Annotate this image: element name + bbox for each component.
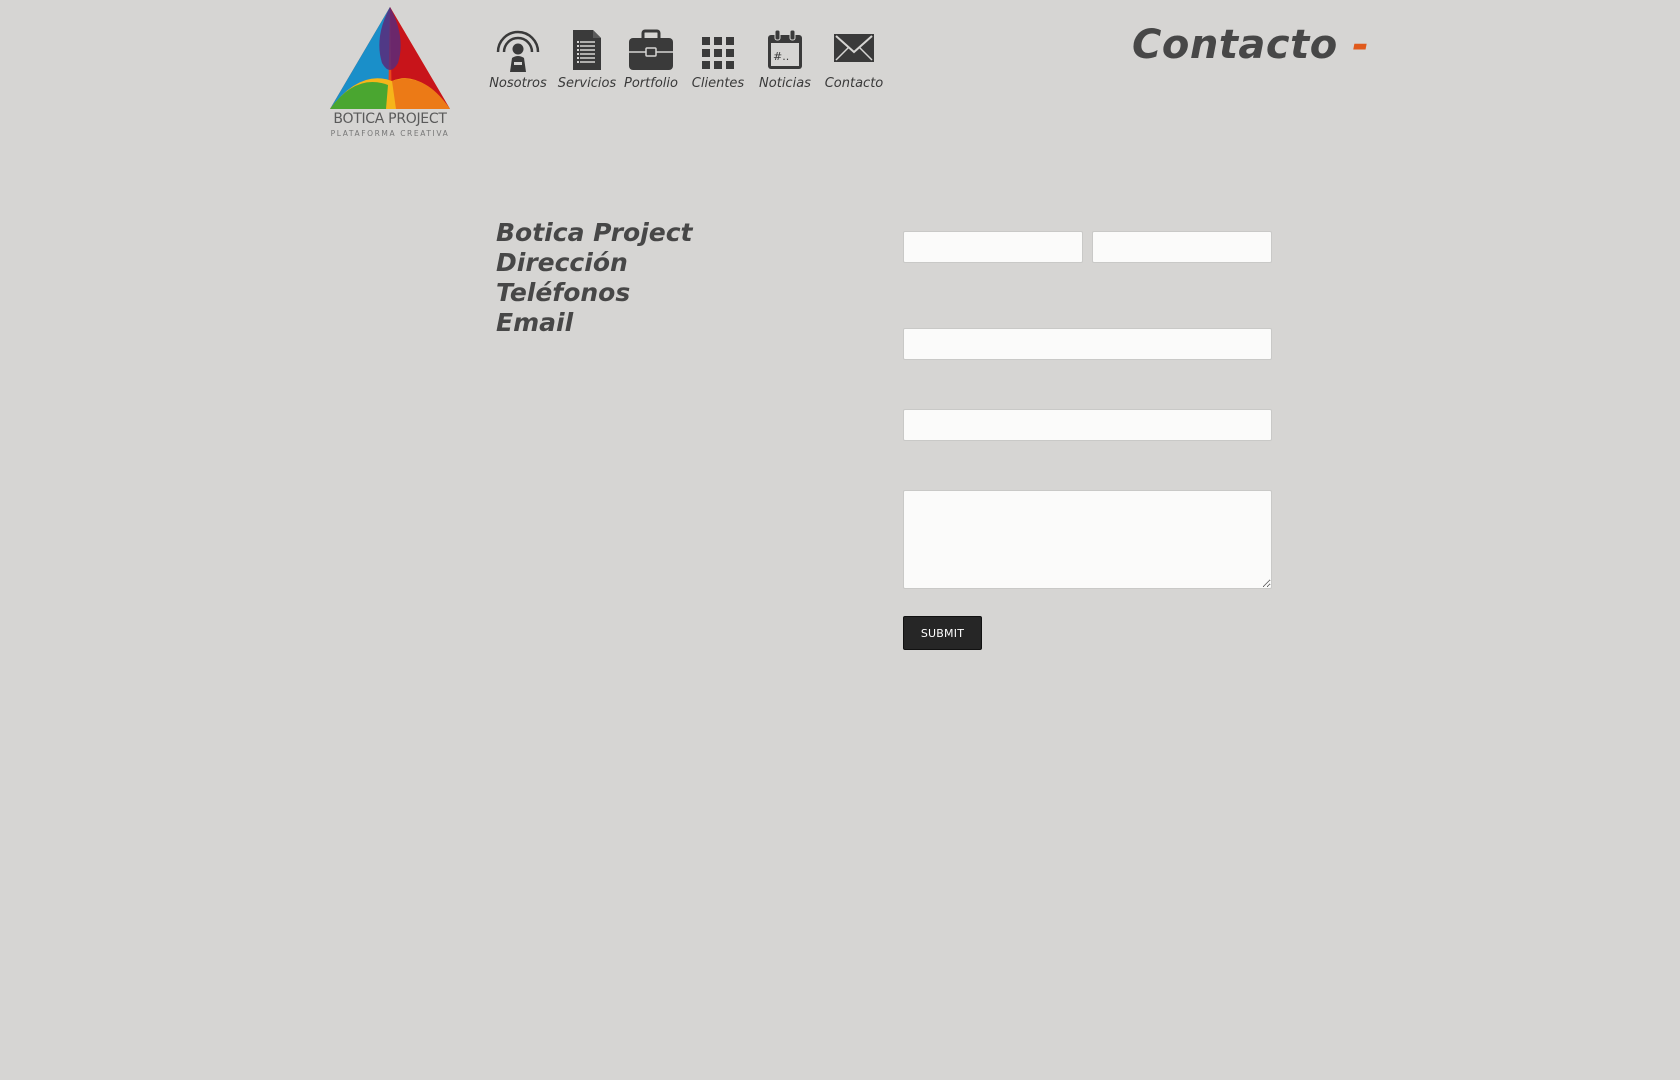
brand-tagline: PLATAFORMA CREATIVA (330, 129, 450, 138)
nav-label: Servicios (557, 76, 617, 91)
person-broadcast-icon (496, 30, 540, 72)
grid-icon (702, 37, 734, 69)
brand-name: BOTICA PROJECT (333, 111, 447, 127)
page-title-text: Contacto (1132, 22, 1338, 68)
nav-item-noticias[interactable]: #.. Noticias (756, 28, 814, 91)
nav-item-clientes[interactable]: Clientes (688, 28, 748, 91)
nav-label: Contacto (824, 76, 884, 91)
nav-label: Clientes (691, 76, 745, 91)
page-title-accent: - (1352, 22, 1370, 68)
nav-item-servicios[interactable]: Servicios (556, 28, 618, 91)
briefcase-icon (629, 29, 673, 70)
subject-field[interactable] (903, 409, 1272, 441)
nav-item-portfolio[interactable]: Portfolio (622, 28, 680, 91)
calendar-icon: #.. (768, 29, 802, 69)
envelope-icon (834, 34, 874, 62)
info-address: Dirección (496, 248, 628, 277)
contact-page: BOTICA PROJECT PLATAFORMA CREATIVA Nosot… (0, 0, 1680, 1080)
message-field[interactable] (903, 490, 1272, 589)
first-name-field[interactable] (903, 231, 1083, 263)
tricolor-triangle-logo (330, 7, 450, 109)
nav-item-nosotros[interactable]: Nosotros (486, 28, 550, 91)
info-phones: Teléfonos (496, 278, 631, 307)
info-email: Email (496, 308, 574, 337)
info-company: Botica Project (496, 218, 693, 247)
last-name-field[interactable] (1092, 231, 1272, 263)
svg-text:#..: #.. (773, 50, 789, 63)
document-icon (573, 30, 601, 70)
submit-button[interactable]: SUBMIT (903, 616, 982, 650)
nav-label: Nosotros (489, 76, 547, 91)
nav-label: Noticias (759, 76, 811, 91)
page-title: Contacto - (1132, 22, 1369, 68)
contact-info: Botica Project Dirección Teléfonos Email (496, 218, 693, 338)
brand-logo[interactable]: BOTICA PROJECT PLATAFORMA CREATIVA (330, 7, 450, 139)
nav-item-contacto[interactable]: Contacto (822, 28, 886, 91)
nav-label: Portfolio (624, 76, 678, 91)
email-field[interactable] (903, 328, 1272, 360)
